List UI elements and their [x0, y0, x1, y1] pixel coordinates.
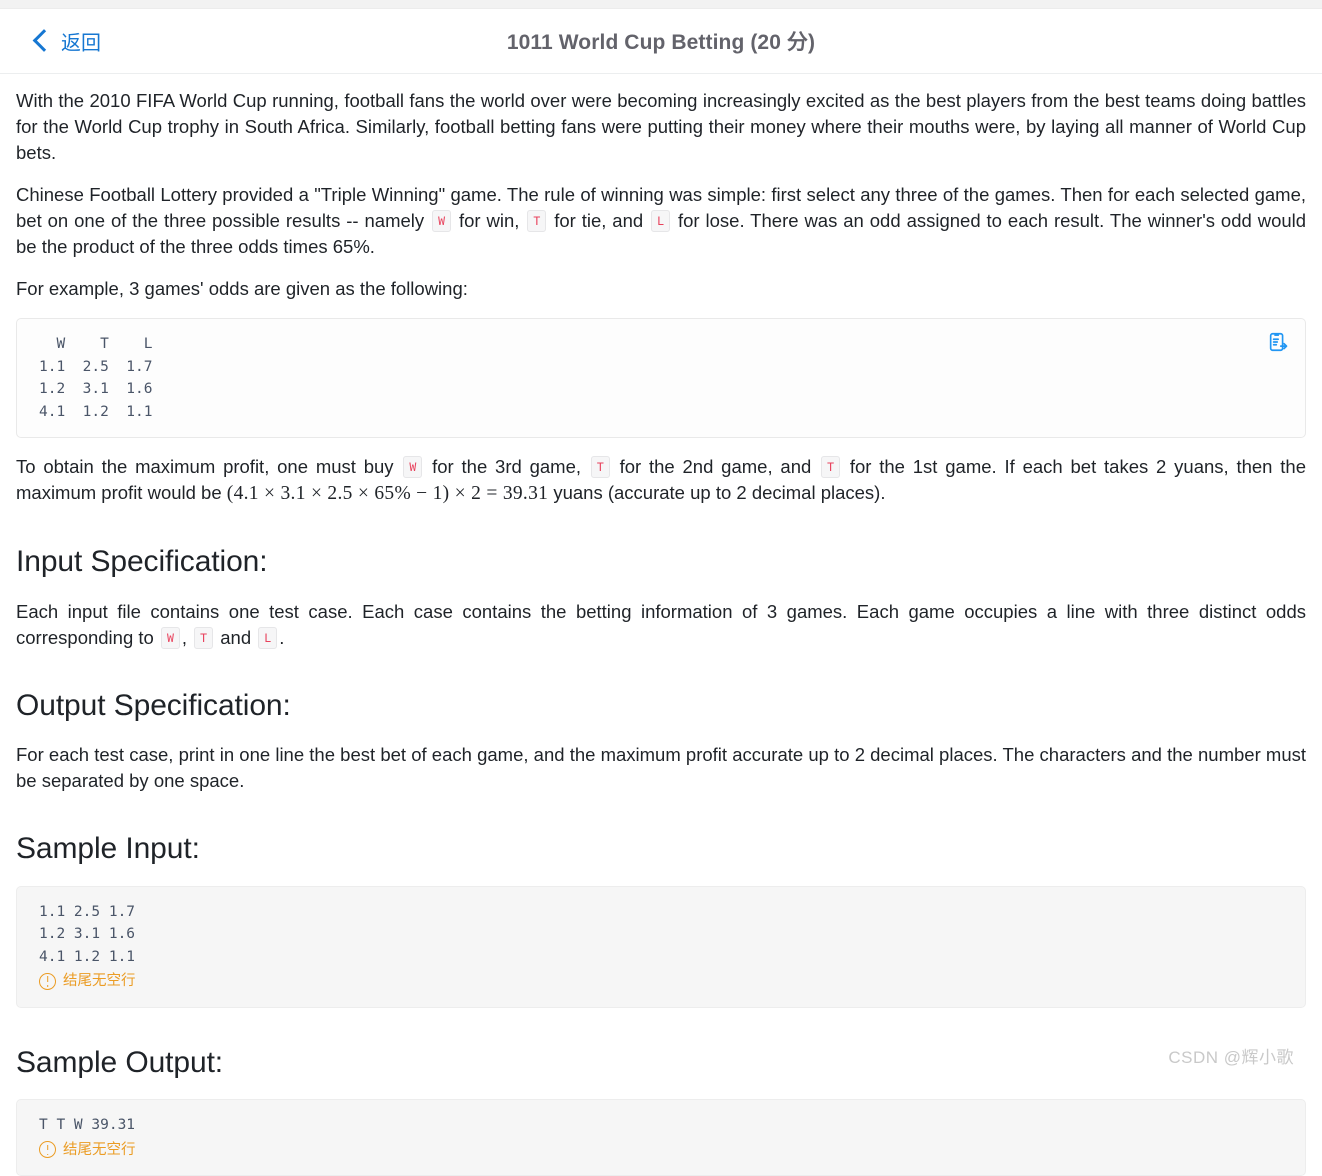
input-spec-comma: ,	[181, 626, 188, 648]
sample-output-warning-label: 结尾无空行	[63, 1141, 136, 1158]
inline-code-w-3: W	[160, 626, 180, 649]
profit-formula: (4.1 × 3.1 × 2.5 × 65% − 1) × 2 = 39.31	[226, 483, 549, 504]
sample-input-code-text: 1.1 2.5 1.7 1.2 3.1 1.6 4.1 1.2 1.1	[39, 903, 136, 965]
example-intro-paragraph: For example, 3 games' odds are given as …	[16, 278, 468, 299]
watermark: CSDN @辉小歌	[1168, 1048, 1294, 1067]
profit-paragraph: To obtain the maximum profit, one must b…	[16, 454, 1306, 507]
output-specification-heading: Output Specification:	[16, 688, 291, 722]
rules-text-part-3: for tie, and	[554, 210, 644, 231]
sample-input-heading: Sample Input:	[16, 832, 200, 865]
inline-code-l: L	[651, 210, 671, 232]
sample-output-warning: 结尾无空行	[39, 1139, 1287, 1162]
sample-input-code-block: 1.1 2.5 1.7 1.2 3.1 1.6 4.1 1.2 1.1 结尾无空…	[16, 885, 1306, 1008]
top-strip	[0, 0, 1322, 9]
input-specification-heading: Input Specification:	[16, 545, 268, 578]
sample-output-code-block: T T W 39.31 结尾无空行	[16, 1099, 1306, 1176]
odds-table-code-block: W T L 1.1 2.5 1.7 1.2 3.1 1.6 4.1 1.2 1.…	[16, 318, 1306, 438]
copy-clipboard-icon[interactable]	[1267, 331, 1289, 353]
inline-code-l-2: L	[258, 626, 278, 649]
sample-input-warning-label: 结尾无空行	[63, 973, 136, 989]
warning-circle-icon	[39, 972, 56, 990]
odds-table-code-text: W T L 1.1 2.5 1.7 1.2 3.1 1.6 4.1 1.2 1.…	[39, 336, 153, 420]
warning-circle-icon	[39, 1141, 56, 1159]
problem-content: With the 2010 FIFA World Cup running, fo…	[0, 88, 1322, 1176]
sample-input-warning: 结尾无空行	[39, 970, 1287, 993]
inline-code-t: T	[527, 210, 547, 232]
sample-output-heading: Sample Output:	[16, 1045, 224, 1079]
output-specification-paragraph: For each test case, print in one line th…	[16, 744, 1306, 791]
intro-paragraph: With the 2010 FIFA World Cup running, fo…	[16, 90, 1306, 163]
input-specification-paragraph: Each input file contains one test case. …	[16, 599, 1306, 651]
inline-code-w: W	[432, 210, 452, 232]
rules-paragraph: Chinese Football Lottery provided a "Tri…	[16, 182, 1306, 260]
input-spec-and: and	[220, 626, 252, 648]
inline-code-t-2: T	[590, 456, 610, 478]
inline-code-t-3: T	[821, 456, 841, 478]
profit-text-part-5: yuans (accurate up to 2 decimal places).	[553, 482, 886, 503]
inline-code-t-4: T	[194, 626, 214, 649]
page-title: 1011 World Cup Betting (20 分)	[506, 31, 816, 54]
inline-code-w-2: W	[403, 456, 423, 478]
profit-text-part-2: for the 3rd game,	[432, 456, 582, 477]
profit-text-part-1: To obtain the maximum profit, one must b…	[16, 456, 394, 477]
input-spec-period: .	[279, 626, 285, 648]
profit-text-part-3: for the 2nd game, and	[619, 456, 812, 477]
rules-text-part-2: for win,	[458, 210, 520, 231]
page-header: 返回 1011 World Cup Betting (20 分)	[0, 9, 1322, 74]
sample-output-code-text: T T W 39.31	[39, 1117, 136, 1133]
